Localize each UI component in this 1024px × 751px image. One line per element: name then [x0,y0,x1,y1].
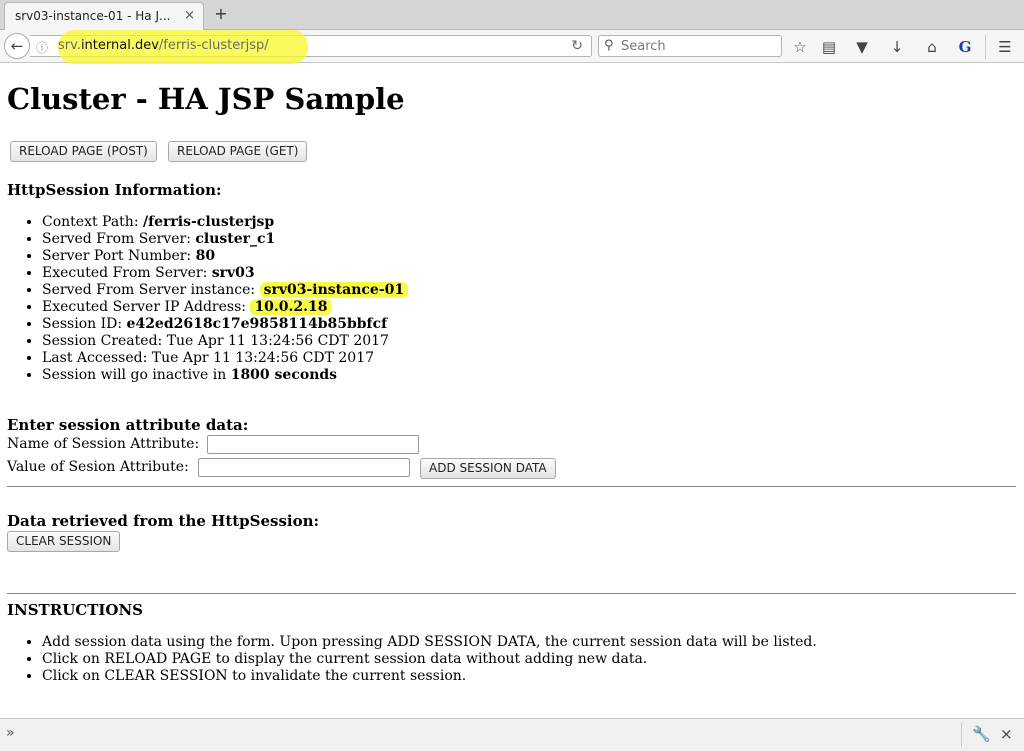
clear-session-button[interactable]: CLEAR SESSION [7,531,121,552]
value: srv03 [211,265,255,281]
retrieved-data-heading: Data retrieved from the HttpSession: [7,512,320,530]
wrench-icon[interactable]: 🔧 [972,725,991,743]
tab-title: srv03-instance-01 - Ha J... [15,9,171,23]
list-item: Server Port Number: 80 [42,248,408,265]
close-tab-icon[interactable]: × [184,8,195,23]
home-icon[interactable]: ⌂ [922,37,942,57]
attr-value-label: Value of Sesion Attribute: [7,459,189,475]
list-item: Session ID: e42ed2618c17e9858114b85bbfcf [42,316,408,333]
list-item: Add session data using the form. Upon pr… [42,634,817,651]
toolbar-divider [985,35,986,59]
attribute-form-heading: Enter session attribute data: [7,416,249,434]
page-title: Cluster - HA JSP Sample [7,82,405,116]
instructions-list: Add session data using the form. Upon pr… [0,634,817,685]
reading-list-icon[interactable]: ▤ [819,37,839,57]
list-item: Served From Server instance: srv03-insta… [42,282,409,299]
tab-bar: srv03-instance-01 - Ha J... × + [0,0,1024,30]
url-path: /ferris-clusterjsp/ [158,38,269,53]
reload-icon[interactable]: ↻ [571,38,583,54]
new-tab-button[interactable]: + [211,4,231,24]
pocket-icon[interactable]: ▼ [852,37,872,57]
value: 1800 seconds [230,367,338,383]
reload-get-button[interactable]: RELOAD PAGE (GET) [168,141,308,162]
bottom-divider [961,723,962,747]
info-icon[interactable]: ⓘ [36,39,48,56]
search-icon: ⚲ [604,38,614,53]
instructions-heading: INSTRUCTIONS [7,601,143,619]
reload-post-button[interactable]: RELOAD PAGE (POST) [10,141,157,162]
bookmark-star-icon[interactable]: ☆ [790,37,810,57]
search-placeholder: Search [621,39,666,54]
translate-extension-icon[interactable]: G [955,37,975,57]
label: Context Path: [42,214,143,230]
label: Server Port Number: [42,248,196,264]
search-input[interactable]: ⚲ Search [598,35,782,57]
list-item: Executed From Server: srv03 [42,265,408,282]
label: Session will go inactive in [42,367,231,383]
value: cluster_c1 [195,231,276,247]
url-prefix: srv. [58,38,81,53]
value: 80 [195,248,216,264]
divider [7,486,1016,487]
download-icon[interactable]: ↓ [887,37,907,57]
page-content: Cluster - HA JSP Sample RELOAD PAGE (POS… [0,64,1024,718]
list-item: Executed Server IP Address: 10.0.2.18 [42,299,408,316]
divider [7,593,1016,594]
list-item: Session Created: Tue Apr 11 13:24:56 CDT… [42,333,408,350]
list-item: Served From Server: cluster_c1 [42,231,408,248]
expand-chevron-icon[interactable]: » [6,725,15,741]
value: e42ed2618c17e9858114b85bbfcf [126,316,388,332]
label: Session ID: [42,316,127,332]
session-info-list: Context Path: /ferris-clusterjsp Served … [0,214,409,384]
close-icon[interactable]: × [1000,725,1013,743]
url-domain: internal.dev [80,38,159,53]
label: Served From Server: [42,231,196,247]
label: Served From Server instance: [42,282,260,298]
attr-name-field[interactable] [207,435,419,454]
session-info-heading: HttpSession Information: [7,181,222,199]
bottom-bar: » 🔧 × [0,718,1024,751]
hamburger-menu-icon[interactable]: ☰ [995,37,1015,57]
back-arrow-icon[interactable]: ← [4,33,30,59]
value: /ferris-clusterjsp [143,214,275,230]
tab-active[interactable]: srv03-instance-01 - Ha J... × [4,2,204,30]
attr-name-label: Name of Session Attribute: [7,436,200,452]
url-text[interactable]: srv.internal.dev/ferris-clusterjsp/ [54,38,273,53]
attr-value-field[interactable] [198,458,410,477]
add-session-data-button[interactable]: ADD SESSION DATA [420,458,556,479]
value: 10.0.2.18 [250,299,332,315]
url-bar[interactable]: ⓘ srv.internal.dev/ferris-clusterjsp/ ↻ [30,30,592,64]
value: srv03-instance-01 [259,282,409,298]
label: Executed From Server: [42,265,212,281]
list-item: Context Path: /ferris-clusterjsp [42,214,408,231]
list-item: Session will go inactive in 1800 seconds [42,367,408,384]
list-item: Click on RELOAD PAGE to display the curr… [42,651,817,668]
list-item: Click on CLEAR SESSION to invalidate the… [42,668,817,685]
list-item: Last Accessed: Tue Apr 11 13:24:56 CDT 2… [42,350,408,367]
label: Executed Server IP Address: [42,299,251,315]
nav-bar: ← ⓘ srv.internal.dev/ferris-clusterjsp/ … [0,30,1024,64]
